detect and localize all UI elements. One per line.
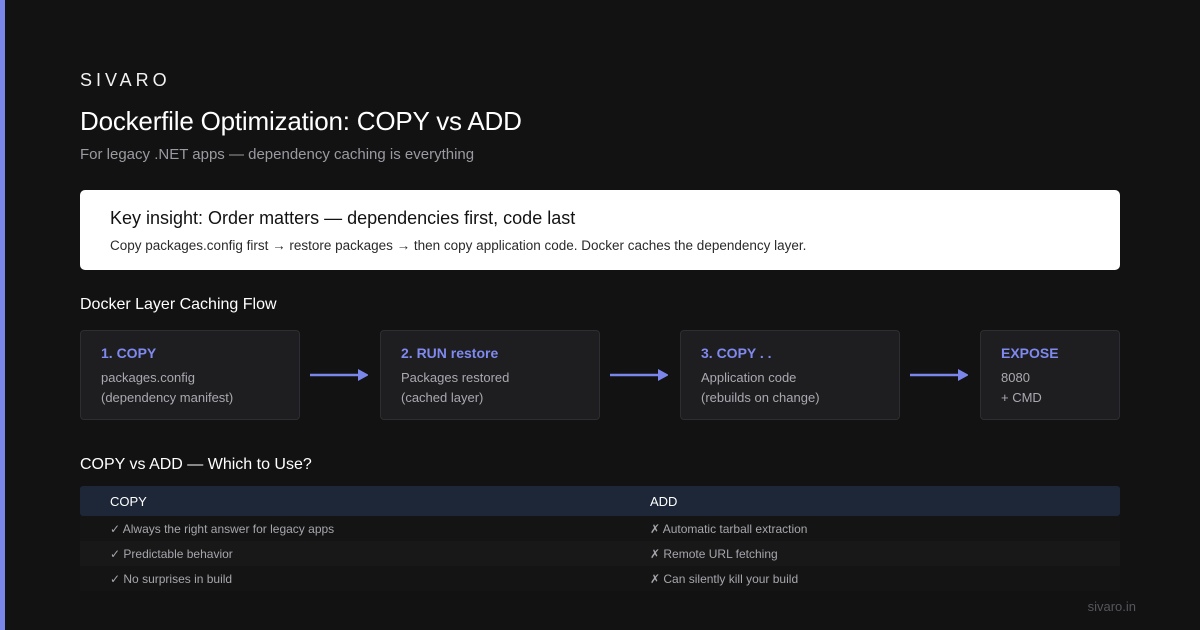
page-subtitle: For legacy .NET apps — dependency cachin… [80, 146, 475, 163]
arrow-right-icon [310, 369, 368, 381]
flow-step-copy-code: 3. COPY . . Application code (rebuilds o… [680, 330, 900, 420]
step-detail: Packages restored [401, 370, 510, 385]
add-cell: ✗ Can silently kill your build [650, 572, 799, 586]
step-note: + CMD [1001, 390, 1042, 405]
table-row: ✓ No surprises in build ✗ Can silently k… [80, 566, 1120, 591]
arrow-right-icon [610, 369, 668, 381]
add-cell: ✗ Remote URL fetching [650, 547, 778, 561]
key-insight-card: Key insight: Order matters — dependencie… [80, 190, 1120, 270]
step-note: (dependency manifest) [101, 390, 234, 405]
step-note: (cached layer) [401, 390, 484, 405]
copy-cell: ✓ Predictable behavior [110, 547, 233, 561]
flow-step-run-restore: 2. RUN restore Packages restored (cached… [380, 330, 600, 420]
step-detail: Application code [701, 370, 797, 385]
comparison-section-label: COPY vs ADD — Which to Use? [80, 456, 312, 473]
column-header-copy: COPY [110, 494, 147, 509]
column-header-add: ADD [650, 494, 678, 509]
step-detail: 8080 [1001, 370, 1030, 385]
add-cell: ✗ Automatic tarball extraction [650, 522, 808, 536]
flow-step-copy-manifest: 1. COPY packages.config (dependency mani… [80, 330, 300, 420]
table-row: ✓ Always the right answer for legacy app… [80, 516, 1120, 541]
arrow-right-icon [910, 369, 968, 381]
flow-step-expose: EXPOSE 8080 + CMD [980, 330, 1120, 420]
step-title: 1. COPY [101, 345, 157, 361]
table-header: COPY ADD [80, 486, 1120, 516]
page-title: Dockerfile Optimization: COPY vs ADD [80, 106, 522, 136]
step-detail: packages.config [101, 370, 195, 385]
insight-body: Copy packages.config first → restore pac… [110, 238, 807, 253]
left-accent-bar [0, 0, 5, 630]
step-title: 2. RUN restore [401, 345, 499, 361]
brand-logo-text: SIVARO [80, 70, 171, 90]
step-title: EXPOSE [1001, 345, 1059, 361]
copy-cell: ✓ Always the right answer for legacy app… [110, 522, 335, 536]
footer-url: sivaro.in [1087, 599, 1136, 614]
copy-cell: ✓ No surprises in build [110, 572, 233, 586]
table-row: ✓ Predictable behavior ✗ Remote URL fetc… [80, 541, 1120, 566]
insight-heading: Key insight: Order matters — dependencie… [110, 208, 576, 228]
step-note: (rebuilds on change) [701, 390, 820, 405]
comparison-table: COPY ADD ✓ Always the right answer for l… [80, 486, 1120, 591]
flow-section-label: Docker Layer Caching Flow [80, 296, 277, 313]
step-title: 3. COPY . . [701, 345, 772, 361]
